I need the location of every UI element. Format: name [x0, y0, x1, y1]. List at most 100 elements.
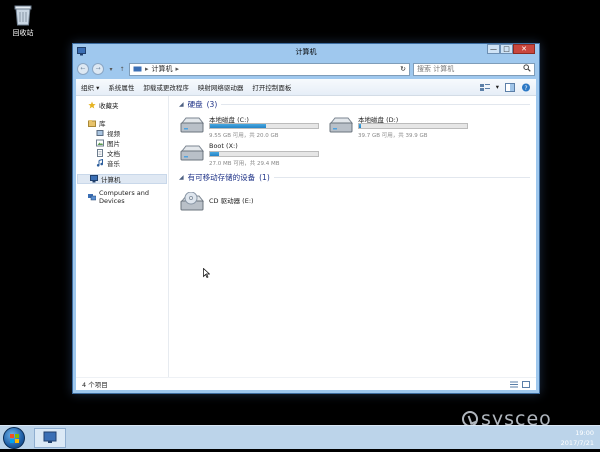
view-options-dropdown[interactable]: ▾ — [496, 83, 499, 91]
drive-name: Boot (X:) — [209, 142, 238, 150]
items-view: ◢ 硬盘 (3) 本地磁盘 (C:) 9.55 GB 可用，共 20.0 GB … — [176, 96, 536, 377]
item-count: 4 个项目 — [82, 381, 108, 389]
drive-name: CD 驱动器 (E:) — [209, 197, 254, 205]
large-icons-view-icon[interactable] — [522, 380, 530, 388]
drive-usage-bar — [358, 123, 468, 129]
collapse-icon[interactable]: ◢ — [179, 174, 184, 181]
title-bar[interactable]: 计算机 — □ ✕ — [73, 44, 539, 60]
clock-date: 2017/7/21 — [560, 439, 594, 447]
taskbar: 19:00 2017/7/21 — [0, 425, 600, 449]
group-count: (1) — [259, 172, 270, 182]
computer-icon — [133, 66, 142, 73]
details-view-icon[interactable] — [510, 381, 518, 388]
organize-button[interactable]: 组织 ▾ — [81, 82, 99, 92]
maximize-button[interactable]: □ — [500, 44, 513, 54]
hard-drive-icon — [179, 145, 205, 162]
sidebar-item-label: 计算机 — [101, 176, 121, 184]
breadcrumb-arrow-icon[interactable]: ▸ — [145, 65, 149, 73]
sidebar-item-computer[interactable]: 计算机 — [77, 174, 167, 184]
explorer-window: 计算机 — □ ✕ ← → ▾ ↑ ▸ 计算机 ▸ ↻ 搜索 计算机 组织 ▾ … — [72, 43, 540, 394]
sidebar-item-label: 库 — [99, 120, 106, 128]
search-input[interactable]: 搜索 计算机 — [413, 62, 535, 76]
drive-item[interactable]: Boot (X:) 27.0 MB 可用，共 29.4 MB — [179, 142, 327, 167]
sidebar-item-label: 文档 — [107, 150, 120, 158]
help-icon[interactable]: ? — [521, 83, 531, 92]
navigation-pane: 收藏夹 库 视频 图片 文档 音乐 计算机 Computers and Devi… — [76, 96, 169, 377]
sidebar-item-music[interactable]: 音乐 — [76, 158, 168, 168]
sidebar-item-label: 音乐 — [107, 160, 120, 168]
drive-space-info: 39.7 GB 可用，共 39.9 GB — [358, 133, 428, 139]
cd-drive-item[interactable]: CD 驱动器 (E:) — [179, 189, 327, 213]
group-count: (3) — [206, 99, 218, 109]
clock-time: 19:00 — [575, 429, 594, 437]
forward-button[interactable]: → — [92, 63, 104, 75]
search-placeholder: 搜索 计算机 — [417, 65, 455, 73]
sidebar-item-videos[interactable]: 视频 — [76, 128, 168, 138]
sidebar-item-favorites[interactable]: 收藏夹 — [76, 100, 168, 110]
library-icon — [88, 119, 96, 127]
drive-usage-fill — [210, 152, 219, 156]
search-icon — [523, 64, 531, 74]
recycle-bin-label: 回收站 — [12, 29, 34, 37]
star-icon — [88, 101, 96, 109]
cd-drive-icon — [179, 191, 205, 211]
start-button[interactable] — [3, 427, 25, 449]
breadcrumb-location[interactable]: 计算机 — [152, 64, 173, 74]
up-button[interactable]: ↑ — [118, 66, 126, 73]
windows-logo-icon — [10, 434, 19, 443]
hard-drive-icon — [328, 117, 354, 134]
sidebar-item-label: Computers and Devices — [99, 189, 149, 205]
recent-locations-button[interactable]: ▾ — [107, 66, 115, 73]
sidebar-item-pictures[interactable]: 图片 — [76, 138, 168, 148]
computer-icon — [43, 431, 57, 443]
command-bar: 组织 ▾ 系统属性 卸载或更改程序 映射网络驱动器 打开控制面板 ▾ ? — [76, 79, 536, 96]
mouse-cursor-icon — [203, 268, 210, 278]
uninstall-program-button[interactable]: 卸载或更改程序 — [143, 82, 189, 92]
sidebar-item-label: 图片 — [107, 140, 120, 148]
drive-item[interactable]: 本地磁盘 (C:) 9.55 GB 可用，共 20.0 GB — [179, 114, 327, 139]
drive-space-info: 27.0 MB 可用，共 29.4 MB — [209, 161, 280, 167]
sidebar-item-libraries[interactable]: 库 — [76, 118, 168, 128]
breadcrumb-arrow-icon[interactable]: ▸ — [176, 65, 180, 73]
back-button[interactable]: ← — [77, 63, 89, 75]
group-label: 有可移动存储的设备 — [187, 172, 256, 182]
drive-space-info: 9.55 GB 可用，共 20.0 GB — [209, 133, 279, 139]
drive-usage-bar — [209, 123, 319, 129]
system-clock[interactable]: 19:00 2017/7/21 — [561, 428, 594, 448]
navigation-bar: ← → ▾ ↑ ▸ 计算机 ▸ ↻ 搜索 计算机 — [73, 60, 539, 78]
refresh-icon[interactable]: ↻ — [400, 65, 406, 73]
collapse-icon[interactable]: ◢ — [179, 101, 184, 108]
recycle-bin-icon — [14, 4, 32, 26]
window-title: 计算机 — [295, 48, 317, 56]
computer-icon — [90, 175, 98, 183]
group-header-removable[interactable]: ◢ 有可移动存储的设备 (1) — [176, 171, 536, 183]
video-icon — [96, 129, 104, 137]
address-bar[interactable]: ▸ 计算机 ▸ ↻ — [129, 62, 410, 76]
system-properties-button[interactable]: 系统属性 — [108, 82, 134, 92]
recycle-bin-desktop-icon[interactable]: 回收站 — [6, 4, 40, 38]
drive-usage-fill — [359, 124, 361, 128]
preview-pane-icon[interactable] — [505, 82, 515, 92]
sidebar-item-documents[interactable]: 文档 — [76, 148, 168, 158]
network-devices-icon — [88, 193, 97, 201]
sidebar-item-label: 收藏夹 — [99, 102, 119, 110]
drive-item[interactable]: 本地磁盘 (D:) 39.7 GB 可用，共 39.9 GB — [328, 114, 476, 139]
content-pane: 组织 ▾ 系统属性 卸载或更改程序 映射网络驱动器 打开控制面板 ▾ ? 收藏夹… — [76, 79, 536, 390]
taskbar-explorer-button[interactable] — [34, 428, 66, 448]
map-network-drive-button[interactable]: 映射网络驱动器 — [198, 82, 244, 92]
status-bar: 4 个项目 — [76, 377, 536, 390]
open-control-panel-button[interactable]: 打开控制面板 — [252, 82, 291, 92]
music-icon — [96, 158, 104, 167]
close-button[interactable]: ✕ — [513, 44, 535, 54]
change-view-icon[interactable] — [479, 83, 490, 92]
drive-usage-bar — [209, 151, 319, 157]
drive-usage-fill — [210, 124, 267, 128]
group-header-hard-disks[interactable]: ◢ 硬盘 (3) — [176, 98, 536, 110]
minimize-button[interactable]: — — [487, 44, 500, 54]
group-label: 硬盘 — [187, 99, 203, 109]
svg-text:?: ? — [524, 85, 527, 92]
sidebar-item-computers-devices[interactable]: Computers and Devices — [76, 189, 168, 205]
hard-drive-icon — [179, 117, 205, 134]
picture-icon — [96, 139, 104, 147]
document-icon — [96, 149, 104, 157]
